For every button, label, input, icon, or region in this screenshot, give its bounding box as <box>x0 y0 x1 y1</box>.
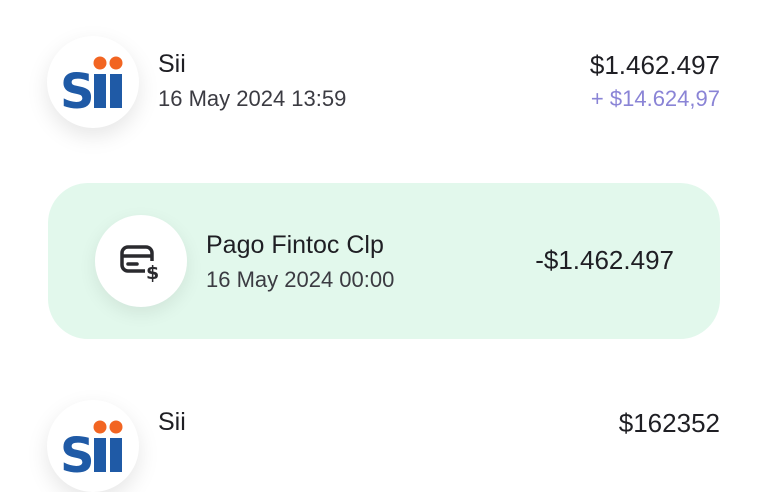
transaction-amount: $162352 <box>618 408 720 438</box>
merchant-logo: S <box>47 36 139 128</box>
wallet-dollar-icon: $ <box>120 245 161 283</box>
transaction-date: 16 May 2024 00:00 <box>206 267 395 292</box>
payment-icon-wrap: $ <box>95 215 187 307</box>
transaction-row[interactable]: S Sii $162352 <box>0 380 768 492</box>
sii-logo: S <box>60 420 123 474</box>
merchant-logo: S <box>47 400 139 492</box>
sii-logo: S <box>60 56 123 110</box>
transaction-amount: -$1.462.497 <box>535 245 674 275</box>
merchant-name: Pago Fintoc Clp <box>206 231 384 259</box>
merchant-name: Sii <box>158 50 186 78</box>
cashback-amount: + $14.624,97 <box>590 86 720 111</box>
transaction-row[interactable]: S Sii 16 May 2024 13:59 $1.462.497 + $14… <box>0 30 768 140</box>
transaction-date: 16 May 2024 13:59 <box>158 86 347 111</box>
transaction-amount: $1.462.497 <box>589 50 720 80</box>
merchant-name: Sii <box>158 408 186 436</box>
svg-text:S: S <box>60 64 92 110</box>
transaction-card-highlighted[interactable]: $ Pago Fintoc Clp 16 May 2024 00:00 -$1.… <box>48 183 720 339</box>
svg-text:S: S <box>60 428 92 474</box>
svg-text:$: $ <box>146 262 159 283</box>
